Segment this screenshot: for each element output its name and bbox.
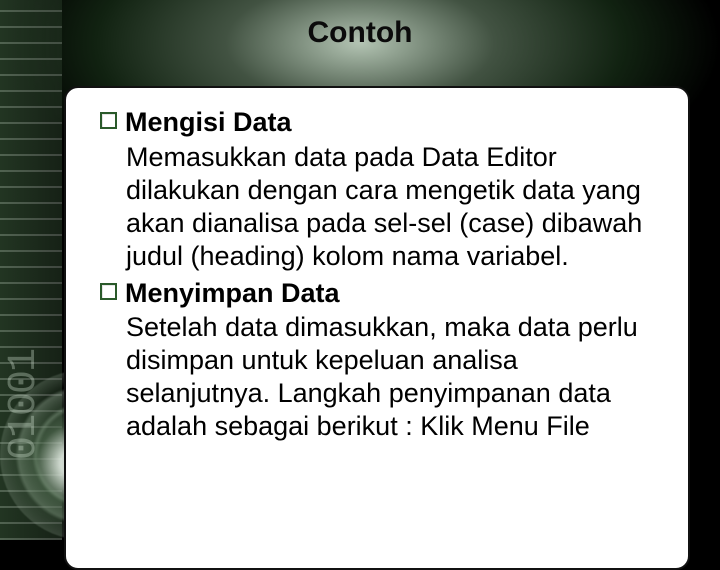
square-bullet-icon [100,112,117,129]
square-bullet-icon [100,283,117,300]
item-body-text: Setelah data dimasukkan, maka data perlu… [126,311,658,443]
item-heading: Menyimpan Data [125,277,340,311]
item-heading: Mengisi Data [125,106,292,140]
list-item: Menyimpan Data Setelah data dimasukkan, … [100,277,658,444]
item-body-text: Memasukkan data pada Data Editor dilakuk… [126,141,658,273]
list-item: Mengisi Data Memasukkan data pada Data E… [100,106,658,273]
slide-title: Contoh [0,16,720,50]
content-panel: Mengisi Data Memasukkan data pada Data E… [64,86,690,570]
